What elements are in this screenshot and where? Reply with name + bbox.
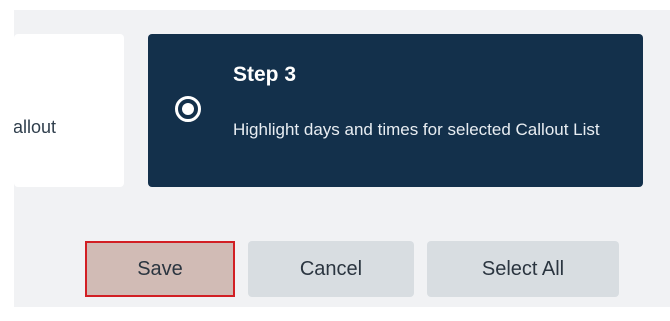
step-panel: Callout Step 3 Highlight days and times … [14,10,670,307]
step-title: Step 3 [233,63,297,86]
radio-selected-icon[interactable] [175,96,201,122]
step-description: Highlight days and times for selected Ca… [233,120,600,139]
select-all-button[interactable]: Select All [427,241,619,297]
step-previous-label: Callout [14,117,57,137]
cancel-button[interactable]: Cancel [248,241,414,297]
save-button[interactable]: Save [85,241,235,297]
step-card-current[interactable]: Step 3 Highlight days and times for sele… [148,34,643,187]
step-card-previous[interactable]: Callout [14,34,124,187]
